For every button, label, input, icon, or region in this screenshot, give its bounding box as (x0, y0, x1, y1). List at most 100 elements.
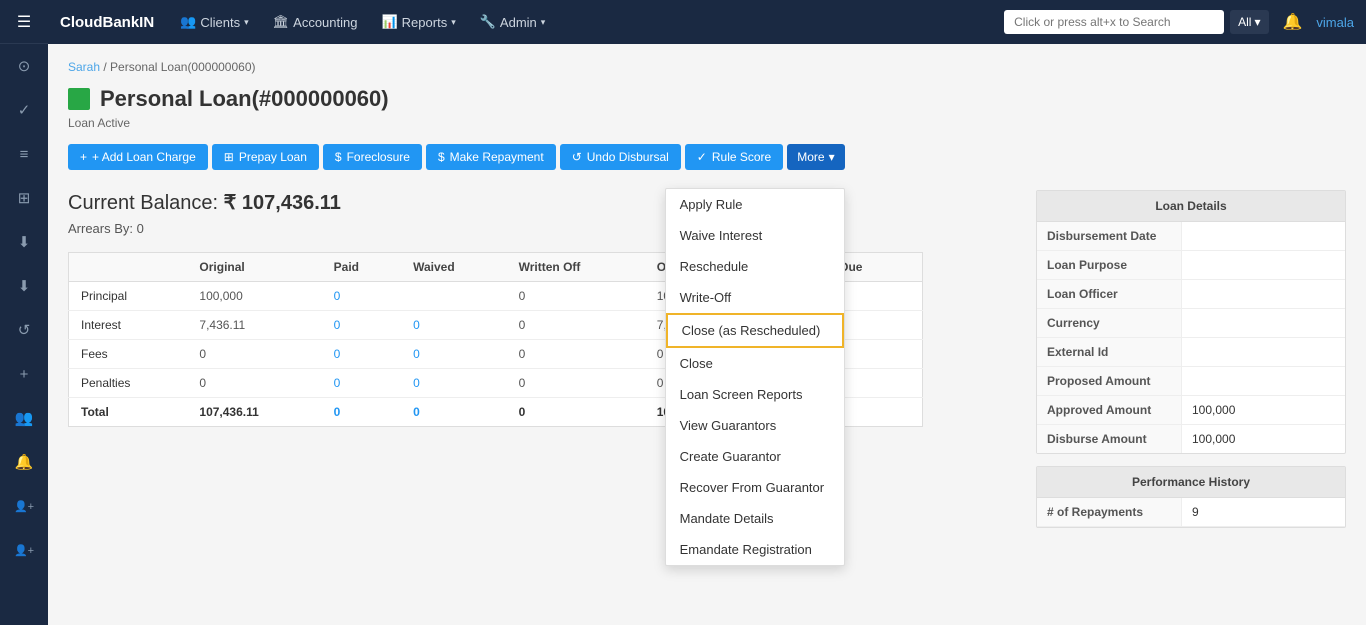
breadcrumb-current: Personal Loan(000000060) (110, 60, 255, 74)
detail-disbursement-date: Disbursement Date (1037, 222, 1345, 251)
nav-admin[interactable]: 🔧 Admin ▾ (470, 8, 556, 36)
col-header-original: Original (187, 253, 321, 282)
more-caret-icon: ▾ (829, 150, 835, 164)
check-icon: ✓ (697, 150, 707, 164)
loan-details-header: Loan Details (1037, 191, 1345, 222)
dropdown-recover-from-guarantor[interactable]: Recover From Guarantor (666, 472, 844, 503)
admin-icon: 🔧 (480, 14, 496, 30)
row-cell: 0 (507, 311, 645, 340)
detail-currency: Currency (1037, 309, 1345, 338)
detail-external-id: External Id (1037, 338, 1345, 367)
sidebar-menu-icon[interactable]: ☰ (0, 0, 48, 44)
row-cell: 7,436.11 (187, 311, 321, 340)
balance-section: Current Balance: ₹ 107,436.11 Arrears By… (68, 190, 1020, 236)
page-content: Sarah / Personal Loan(000000060) Persona… (48, 44, 1366, 625)
breadcrumb: Sarah / Personal Loan(000000060) (68, 60, 1346, 74)
sidebar: ☰ ⊙ ✓ ≡ ⊞ ⬇ ⬇ ↺ + 👥 🔔 👤+ 👤+ (0, 0, 48, 625)
action-bar: + + Add Loan Charge ⊞ Prepay Loan $ Fore… (68, 144, 1346, 170)
search-area: All ▾ 🔔 vimala (1004, 10, 1354, 34)
detail-approved-amount: Approved Amount 100,000 (1037, 396, 1345, 425)
dropdown-mandate-details[interactable]: Mandate Details (666, 503, 844, 534)
row-label: Principal (69, 282, 188, 311)
detail-disburse-amount: Disburse Amount 100,000 (1037, 425, 1345, 453)
undo-disbursal-button[interactable]: ↺ Undo Disbursal (560, 144, 681, 170)
dropdown-write-off[interactable]: Write-Off (666, 282, 844, 313)
sidebar-icon-list[interactable]: ≡ (0, 132, 48, 176)
nav-accounting[interactable]: 🏛 Accounting (263, 8, 368, 36)
sidebar-icon-add[interactable]: + (0, 352, 48, 396)
detail-proposed-amount: Proposed Amount (1037, 367, 1345, 396)
row-cell: 100,000 (187, 282, 321, 311)
row-label: Interest (69, 311, 188, 340)
sidebar-icon-refresh[interactable]: ↺ (0, 308, 48, 352)
nav-reports[interactable]: 📊 Reports ▾ (371, 8, 465, 36)
row-cell: 0 (187, 369, 321, 398)
sidebar-icon-add-user[interactable]: 👤+ (0, 484, 48, 528)
more-button[interactable]: More ▾ (787, 144, 844, 170)
dropdown-view-guarantors[interactable]: View Guarantors (666, 410, 844, 441)
prepay-icon: ⊞ (224, 150, 234, 164)
dollar-icon: $ (335, 150, 342, 164)
foreclosure-button[interactable]: $ Foreclosure (323, 144, 422, 170)
row-cell (401, 282, 507, 311)
loan-active-indicator (68, 88, 90, 110)
dropdown-close[interactable]: Close (666, 348, 844, 379)
sidebar-icon-check[interactable]: ✓ (0, 88, 48, 132)
right-column: Loan Details Disbursement Date Loan Purp… (1036, 190, 1346, 528)
more-button-container: More ▾ Apply Rule Waive Interest Resched… (787, 144, 844, 170)
add-loan-charge-button[interactable]: + + Add Loan Charge (68, 144, 208, 170)
sidebar-icon-bell[interactable]: 🔔 (0, 440, 48, 484)
row-cell: 0 (322, 340, 401, 369)
col-header-waived: Waived (401, 253, 507, 282)
clients-icon: 👥 (180, 14, 196, 30)
notification-bell-icon[interactable]: 🔔 (1275, 12, 1311, 32)
loan-title: Personal Loan(#000000060) (100, 86, 389, 112)
main-area: CloudBankIN 👥 Clients ▾ 🏛 Accounting 📊 R… (48, 0, 1366, 625)
col-header-written-off: Written Off (507, 253, 645, 282)
dropdown-apply-rule[interactable]: Apply Rule (666, 189, 844, 220)
current-balance: Current Balance: ₹ 107,436.11 (68, 190, 1020, 215)
row-cell: 0 (401, 398, 507, 427)
dropdown-close-as-rescheduled[interactable]: Close (as Rescheduled) (666, 313, 844, 348)
row-label: Penalties (69, 369, 188, 398)
col-header-paid: Paid (322, 253, 401, 282)
left-column: Current Balance: ₹ 107,436.11 Arrears By… (68, 190, 1020, 443)
reports-caret: ▾ (451, 17, 456, 28)
search-filter-button[interactable]: All ▾ (1230, 10, 1268, 34)
performance-history-header: Performance History (1037, 467, 1345, 498)
add-icon: + (80, 150, 87, 164)
dropdown-waive-interest[interactable]: Waive Interest (666, 220, 844, 251)
clients-caret: ▾ (244, 17, 249, 28)
sidebar-icon-download[interactable]: ⬇ (0, 220, 48, 264)
performance-history-card: Performance History # of Repayments 9 (1036, 466, 1346, 528)
app-brand: CloudBankIN (60, 14, 154, 31)
accounting-icon: 🏛 (273, 14, 290, 30)
row-cell: 0 (187, 340, 321, 369)
prepay-loan-button[interactable]: ⊞ Prepay Loan (212, 144, 319, 170)
more-dropdown-menu: Apply Rule Waive Interest Reschedule Wri… (665, 188, 845, 566)
breadcrumb-parent[interactable]: Sarah (68, 60, 100, 74)
sidebar-icon-grid[interactable]: ⊞ (0, 176, 48, 220)
rule-score-button[interactable]: ✓ Rule Score (685, 144, 783, 170)
make-repayment-button[interactable]: $ Make Repayment (426, 144, 556, 170)
sidebar-icon-dashboard[interactable]: ⊙ (0, 44, 48, 88)
user-menu[interactable]: vimala (1316, 15, 1354, 30)
row-cell: 0 (322, 311, 401, 340)
col-header-empty (69, 253, 188, 282)
row-cell: 0 (322, 369, 401, 398)
sidebar-icon-users[interactable]: 👥 (0, 396, 48, 440)
row-cell: 0 (322, 282, 401, 311)
dropdown-reschedule[interactable]: Reschedule (666, 251, 844, 282)
row-cell: 0 (507, 340, 645, 369)
reports-icon: 📊 (381, 14, 397, 30)
loan-header: Personal Loan(#000000060) (68, 86, 1346, 112)
search-input[interactable] (1004, 10, 1224, 34)
dropdown-create-guarantor[interactable]: Create Guarantor (666, 441, 844, 472)
loan-details-card: Loan Details Disbursement Date Loan Purp… (1036, 190, 1346, 454)
nav-clients[interactable]: 👥 Clients ▾ (170, 8, 258, 36)
dropdown-emandate-registration[interactable]: Emandate Registration (666, 534, 844, 565)
sidebar-icon-add-user2[interactable]: 👤+ (0, 528, 48, 572)
row-cell: 0 (401, 369, 507, 398)
sidebar-icon-download2[interactable]: ⬇ (0, 264, 48, 308)
dropdown-loan-screen-reports[interactable]: Loan Screen Reports (666, 379, 844, 410)
